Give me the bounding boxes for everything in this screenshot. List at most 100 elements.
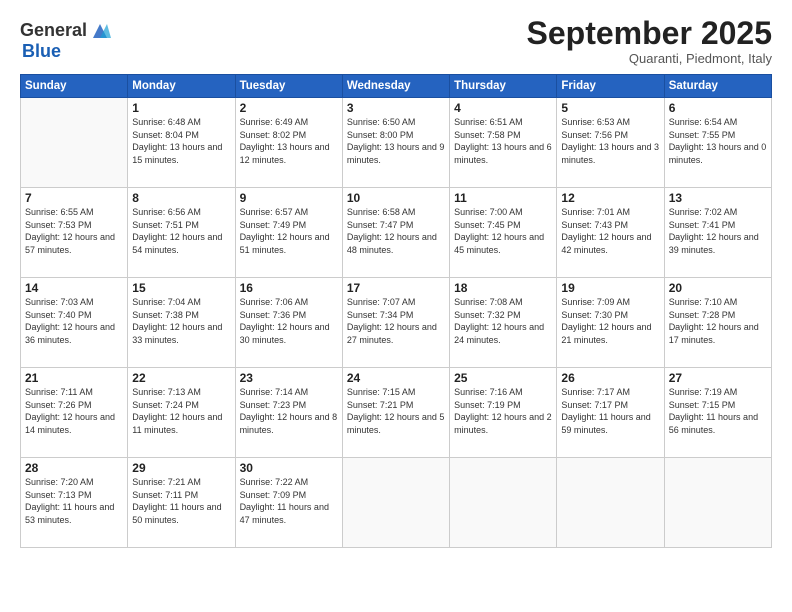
day-cell: 19Sunrise: 7:09 AM Sunset: 7:30 PM Dayli… xyxy=(557,278,664,368)
day-cell: 3Sunrise: 6:50 AM Sunset: 8:00 PM Daylig… xyxy=(342,98,449,188)
day-cell: 6Sunrise: 6:54 AM Sunset: 7:55 PM Daylig… xyxy=(664,98,771,188)
col-saturday: Saturday xyxy=(664,75,771,98)
col-thursday: Thursday xyxy=(450,75,557,98)
day-number: 6 xyxy=(669,101,767,115)
day-cell: 4Sunrise: 6:51 AM Sunset: 7:58 PM Daylig… xyxy=(450,98,557,188)
day-cell: 7Sunrise: 6:55 AM Sunset: 7:53 PM Daylig… xyxy=(21,188,128,278)
cell-info: Sunrise: 7:19 AM Sunset: 7:15 PM Dayligh… xyxy=(669,386,767,436)
title-block: September 2025 Quaranti, Piedmont, Italy xyxy=(527,16,772,66)
day-cell xyxy=(557,458,664,548)
day-cell: 2Sunrise: 6:49 AM Sunset: 8:02 PM Daylig… xyxy=(235,98,342,188)
cell-info: Sunrise: 7:07 AM Sunset: 7:34 PM Dayligh… xyxy=(347,296,445,346)
day-cell: 27Sunrise: 7:19 AM Sunset: 7:15 PM Dayli… xyxy=(664,368,771,458)
col-tuesday: Tuesday xyxy=(235,75,342,98)
subtitle: Quaranti, Piedmont, Italy xyxy=(527,51,772,66)
day-cell: 14Sunrise: 7:03 AM Sunset: 7:40 PM Dayli… xyxy=(21,278,128,368)
week-row-3: 21Sunrise: 7:11 AM Sunset: 7:26 PM Dayli… xyxy=(21,368,772,458)
cell-info: Sunrise: 6:57 AM Sunset: 7:49 PM Dayligh… xyxy=(240,206,338,256)
day-cell: 22Sunrise: 7:13 AM Sunset: 7:24 PM Dayli… xyxy=(128,368,235,458)
day-number: 19 xyxy=(561,281,659,295)
day-number: 24 xyxy=(347,371,445,385)
day-cell xyxy=(342,458,449,548)
day-number: 21 xyxy=(25,371,123,385)
day-number: 12 xyxy=(561,191,659,205)
cell-info: Sunrise: 7:21 AM Sunset: 7:11 PM Dayligh… xyxy=(132,476,230,526)
cell-info: Sunrise: 7:01 AM Sunset: 7:43 PM Dayligh… xyxy=(561,206,659,256)
day-cell: 23Sunrise: 7:14 AM Sunset: 7:23 PM Dayli… xyxy=(235,368,342,458)
day-cell: 20Sunrise: 7:10 AM Sunset: 7:28 PM Dayli… xyxy=(664,278,771,368)
cell-info: Sunrise: 7:06 AM Sunset: 7:36 PM Dayligh… xyxy=(240,296,338,346)
logo-blue: Blue xyxy=(22,41,61,61)
logo: General Blue xyxy=(20,20,111,62)
day-cell: 13Sunrise: 7:02 AM Sunset: 7:41 PM Dayli… xyxy=(664,188,771,278)
col-wednesday: Wednesday xyxy=(342,75,449,98)
day-cell: 28Sunrise: 7:20 AM Sunset: 7:13 PM Dayli… xyxy=(21,458,128,548)
day-cell: 29Sunrise: 7:21 AM Sunset: 7:11 PM Dayli… xyxy=(128,458,235,548)
logo-general: General xyxy=(20,21,87,41)
logo-icon xyxy=(89,20,111,42)
col-friday: Friday xyxy=(557,75,664,98)
cell-info: Sunrise: 7:00 AM Sunset: 7:45 PM Dayligh… xyxy=(454,206,552,256)
cell-info: Sunrise: 7:02 AM Sunset: 7:41 PM Dayligh… xyxy=(669,206,767,256)
cell-info: Sunrise: 6:49 AM Sunset: 8:02 PM Dayligh… xyxy=(240,116,338,166)
day-number: 9 xyxy=(240,191,338,205)
day-cell: 1Sunrise: 6:48 AM Sunset: 8:04 PM Daylig… xyxy=(128,98,235,188)
day-number: 10 xyxy=(347,191,445,205)
day-cell: 9Sunrise: 6:57 AM Sunset: 7:49 PM Daylig… xyxy=(235,188,342,278)
day-cell: 25Sunrise: 7:16 AM Sunset: 7:19 PM Dayli… xyxy=(450,368,557,458)
calendar: Sunday Monday Tuesday Wednesday Thursday… xyxy=(20,74,772,548)
cell-info: Sunrise: 7:17 AM Sunset: 7:17 PM Dayligh… xyxy=(561,386,659,436)
day-number: 3 xyxy=(347,101,445,115)
day-cell: 8Sunrise: 6:56 AM Sunset: 7:51 PM Daylig… xyxy=(128,188,235,278)
day-cell: 15Sunrise: 7:04 AM Sunset: 7:38 PM Dayli… xyxy=(128,278,235,368)
day-number: 16 xyxy=(240,281,338,295)
cell-info: Sunrise: 7:16 AM Sunset: 7:19 PM Dayligh… xyxy=(454,386,552,436)
week-row-1: 7Sunrise: 6:55 AM Sunset: 7:53 PM Daylig… xyxy=(21,188,772,278)
day-number: 26 xyxy=(561,371,659,385)
cell-info: Sunrise: 7:10 AM Sunset: 7:28 PM Dayligh… xyxy=(669,296,767,346)
cell-info: Sunrise: 7:03 AM Sunset: 7:40 PM Dayligh… xyxy=(25,296,123,346)
cell-info: Sunrise: 7:09 AM Sunset: 7:30 PM Dayligh… xyxy=(561,296,659,346)
day-number: 13 xyxy=(669,191,767,205)
day-number: 15 xyxy=(132,281,230,295)
cell-info: Sunrise: 7:11 AM Sunset: 7:26 PM Dayligh… xyxy=(25,386,123,436)
day-cell: 11Sunrise: 7:00 AM Sunset: 7:45 PM Dayli… xyxy=(450,188,557,278)
cell-info: Sunrise: 7:08 AM Sunset: 7:32 PM Dayligh… xyxy=(454,296,552,346)
cell-info: Sunrise: 7:04 AM Sunset: 7:38 PM Dayligh… xyxy=(132,296,230,346)
day-number: 4 xyxy=(454,101,552,115)
day-cell: 17Sunrise: 7:07 AM Sunset: 7:34 PM Dayli… xyxy=(342,278,449,368)
day-cell xyxy=(450,458,557,548)
cell-info: Sunrise: 6:55 AM Sunset: 7:53 PM Dayligh… xyxy=(25,206,123,256)
day-number: 14 xyxy=(25,281,123,295)
day-number: 7 xyxy=(25,191,123,205)
day-cell: 30Sunrise: 7:22 AM Sunset: 7:09 PM Dayli… xyxy=(235,458,342,548)
week-row-0: 1Sunrise: 6:48 AM Sunset: 8:04 PM Daylig… xyxy=(21,98,772,188)
day-cell: 18Sunrise: 7:08 AM Sunset: 7:32 PM Dayli… xyxy=(450,278,557,368)
day-cell: 12Sunrise: 7:01 AM Sunset: 7:43 PM Dayli… xyxy=(557,188,664,278)
cell-info: Sunrise: 6:58 AM Sunset: 7:47 PM Dayligh… xyxy=(347,206,445,256)
day-cell: 16Sunrise: 7:06 AM Sunset: 7:36 PM Dayli… xyxy=(235,278,342,368)
day-cell xyxy=(21,98,128,188)
day-number: 23 xyxy=(240,371,338,385)
cell-info: Sunrise: 6:50 AM Sunset: 8:00 PM Dayligh… xyxy=(347,116,445,166)
day-number: 18 xyxy=(454,281,552,295)
col-sunday: Sunday xyxy=(21,75,128,98)
day-number: 22 xyxy=(132,371,230,385)
day-cell: 10Sunrise: 6:58 AM Sunset: 7:47 PM Dayli… xyxy=(342,188,449,278)
week-row-4: 28Sunrise: 7:20 AM Sunset: 7:13 PM Dayli… xyxy=(21,458,772,548)
header: General Blue September 2025 Quaranti, Pi… xyxy=(20,16,772,66)
day-number: 28 xyxy=(25,461,123,475)
day-number: 1 xyxy=(132,101,230,115)
cell-info: Sunrise: 6:53 AM Sunset: 7:56 PM Dayligh… xyxy=(561,116,659,166)
header-row: Sunday Monday Tuesday Wednesday Thursday… xyxy=(21,75,772,98)
month-title: September 2025 xyxy=(527,16,772,51)
day-number: 27 xyxy=(669,371,767,385)
day-number: 11 xyxy=(454,191,552,205)
day-number: 2 xyxy=(240,101,338,115)
cell-info: Sunrise: 7:22 AM Sunset: 7:09 PM Dayligh… xyxy=(240,476,338,526)
day-cell: 24Sunrise: 7:15 AM Sunset: 7:21 PM Dayli… xyxy=(342,368,449,458)
day-number: 17 xyxy=(347,281,445,295)
cell-info: Sunrise: 6:48 AM Sunset: 8:04 PM Dayligh… xyxy=(132,116,230,166)
day-number: 30 xyxy=(240,461,338,475)
day-cell: 21Sunrise: 7:11 AM Sunset: 7:26 PM Dayli… xyxy=(21,368,128,458)
